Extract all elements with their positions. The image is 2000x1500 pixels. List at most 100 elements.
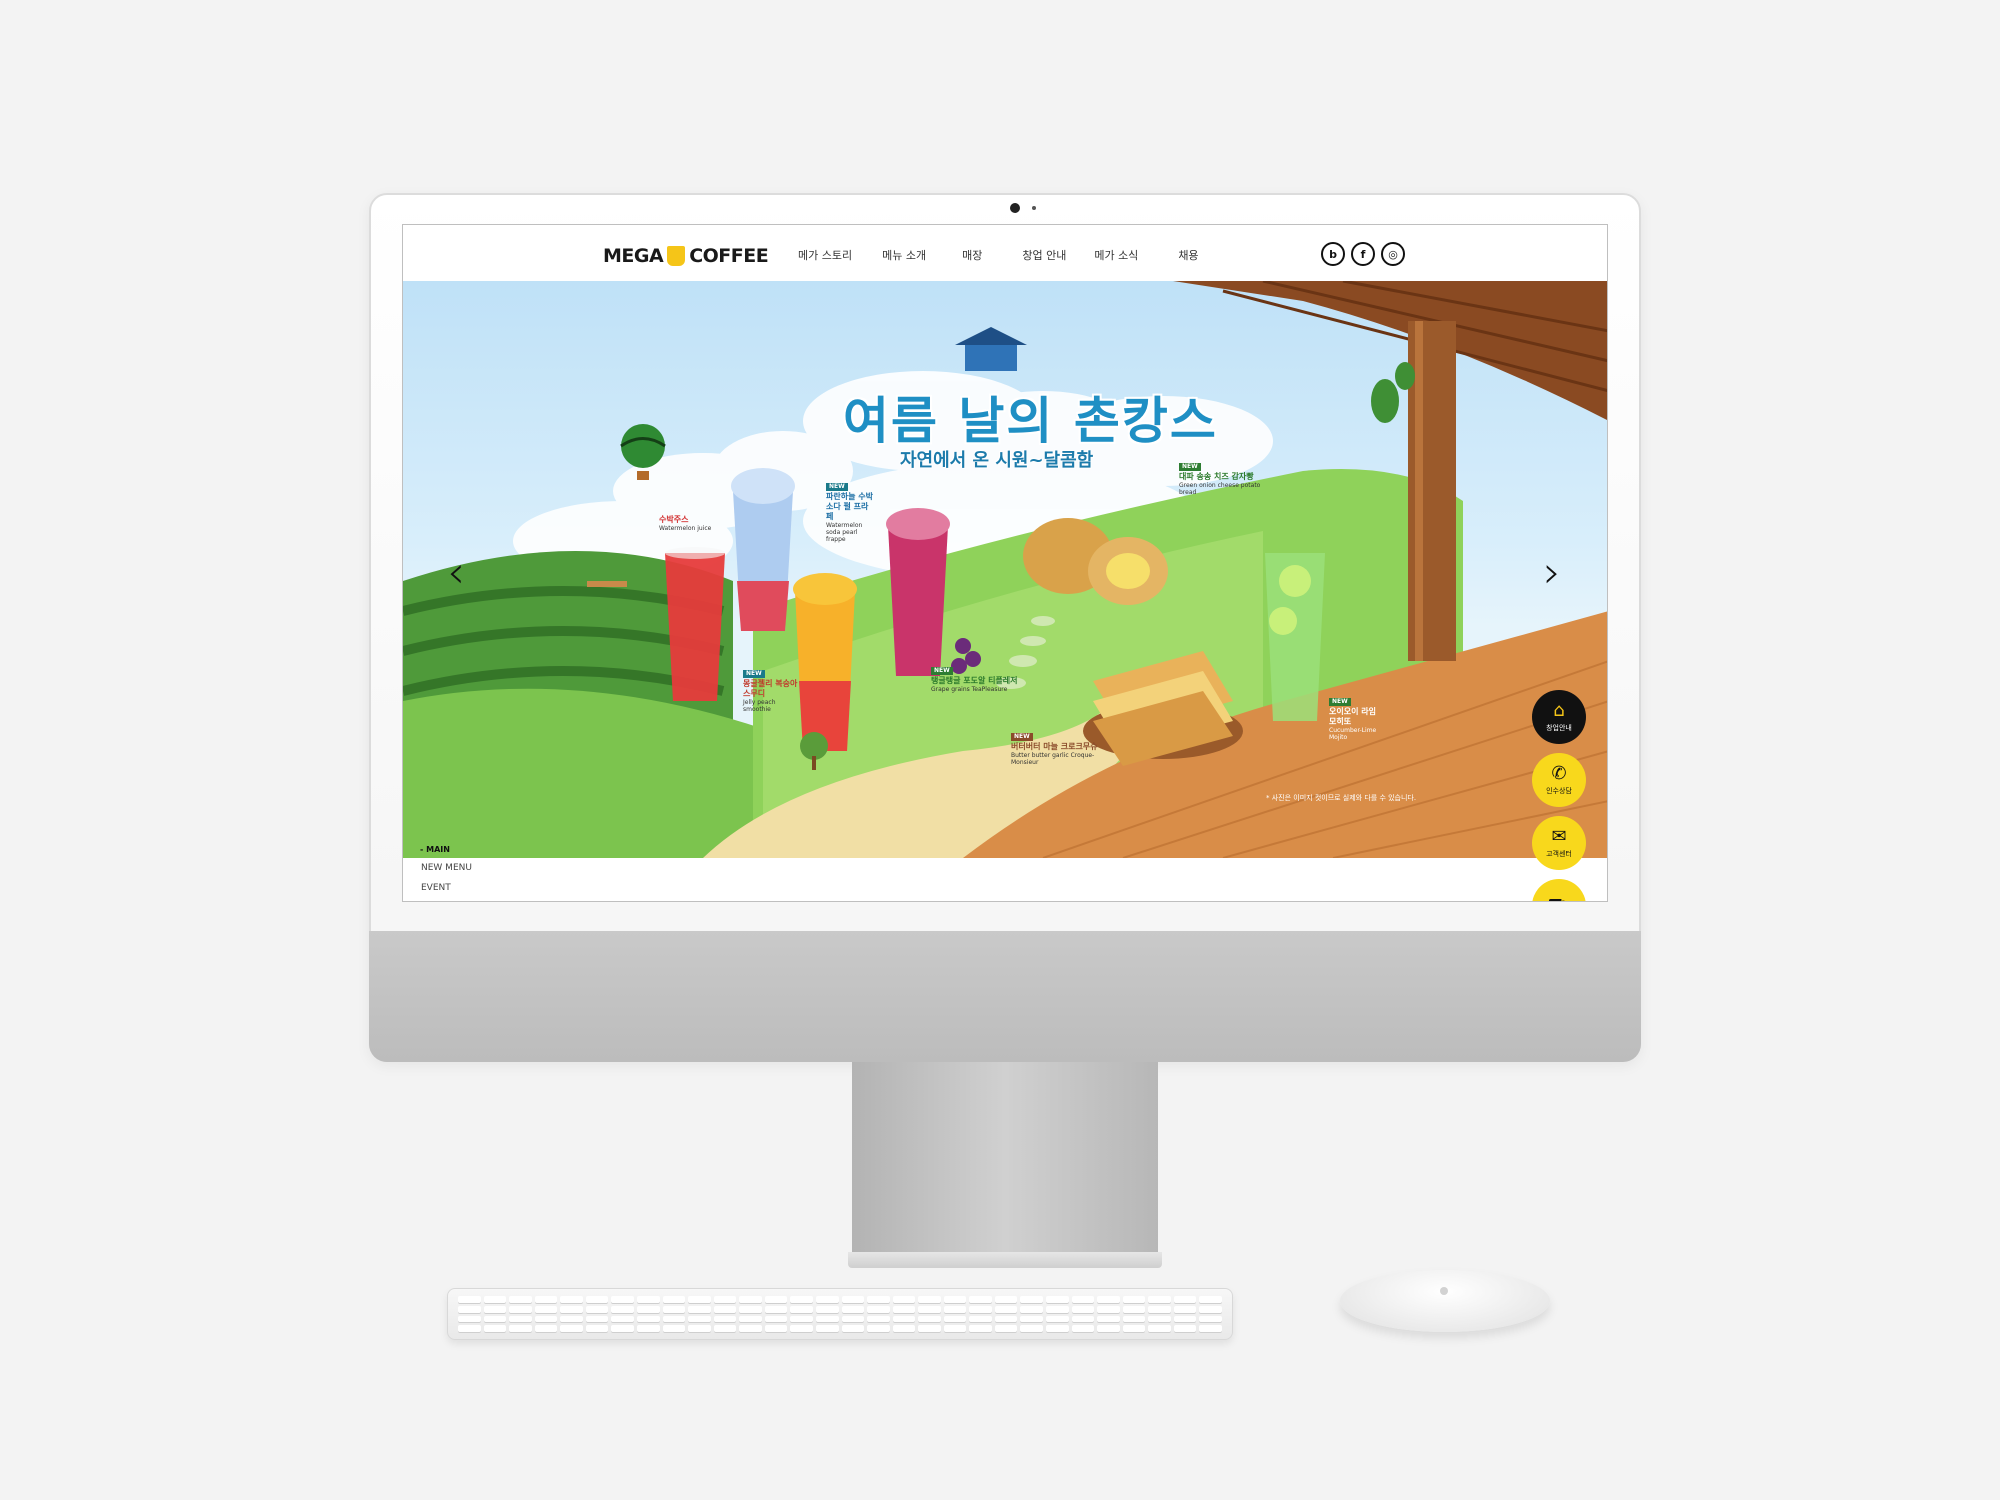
keyboard-key	[1071, 1296, 1095, 1303]
keyboard-key	[918, 1305, 941, 1313]
product-name-en: Watermelon soda pearl frappe	[826, 522, 863, 543]
logo-text-right: COFFEE	[689, 245, 769, 267]
keyboard-key	[1097, 1315, 1120, 1323]
quick-support-button[interactable]: ✉ 고객센터	[1532, 816, 1586, 870]
logo-text-left: MEGA	[603, 245, 664, 267]
keyboard-key	[969, 1325, 992, 1332]
keyboard-key	[815, 1296, 839, 1303]
cart-icon: ⛟	[1548, 896, 1571, 902]
keyboard-key	[509, 1305, 532, 1313]
keyboard-key	[636, 1296, 660, 1303]
website-screen: MEGA COFFEE 메가 스토리 메뉴 소개 매장 창업 안내 메가 소식 …	[402, 224, 1608, 902]
main-nav: 메가 스토리 메뉴 소개 매장 창업 안내 메가 소식 채용	[798, 247, 1229, 263]
keyboard-key	[1122, 1315, 1146, 1323]
keyboard-key	[815, 1325, 839, 1332]
keyboard-key	[1122, 1305, 1146, 1313]
section-link-new-menu[interactable]: NEW MENU	[421, 858, 472, 878]
keyboard-key	[1148, 1315, 1171, 1323]
quick-franchise-button[interactable]: ⌂ 창업안내	[1532, 690, 1586, 744]
keyboard-key	[560, 1325, 583, 1332]
main-section-link[interactable]: - MAIN	[420, 845, 450, 854]
mega-coffee-logo[interactable]: MEGA COFFEE	[603, 245, 769, 267]
watermelon-soda-frappe-drink	[731, 468, 795, 631]
social-links: b f ◎	[1321, 242, 1405, 266]
nav-item-store[interactable]: 매장	[962, 247, 982, 263]
keyboard-key	[867, 1325, 890, 1332]
new-badge: NEW	[1179, 463, 1201, 471]
keyboard-key	[611, 1305, 634, 1313]
keyboard-key	[1046, 1315, 1069, 1323]
keyboard-key	[509, 1315, 532, 1323]
magic-mouse	[1340, 1270, 1550, 1332]
keyboard-key	[1122, 1296, 1146, 1303]
prev-slide-button[interactable]: ‹	[439, 551, 473, 595]
keyboard-key	[688, 1325, 711, 1332]
hero-banner: 여름 날의 촌캉스 자연에서 온 시원~달콤함 ‹ › 수박주스 Waterme…	[403, 281, 1607, 858]
quick-order-button[interactable]: ⛟	[1532, 879, 1586, 902]
keyboard-key	[841, 1296, 865, 1303]
product-name-en: Butter butter garlic Croque-Monsieur	[1011, 752, 1095, 766]
keyboard-key	[969, 1315, 992, 1323]
keyboard-key	[739, 1296, 762, 1303]
keyboard-key	[611, 1325, 634, 1332]
product-label-peach-smoothie: NEW 몽글젤리 복숭아 스무디 Jelly peach smoothie	[743, 668, 805, 713]
nav-item-story[interactable]: 메가 스토리	[798, 247, 852, 263]
nav-item-recruit[interactable]: 채용	[1178, 247, 1198, 263]
product-name: 파란하늘 수박소다 펄 프라페	[826, 492, 873, 521]
keyboard-key	[1020, 1325, 1044, 1332]
keyboard-key	[1173, 1305, 1197, 1313]
keyboard-key	[918, 1325, 941, 1332]
new-badge: NEW	[1011, 733, 1033, 741]
keyboard-key	[1046, 1325, 1069, 1332]
blog-icon[interactable]: b	[1321, 242, 1345, 266]
keyboard-key	[841, 1305, 865, 1313]
section-link-event[interactable]: EVENT	[421, 878, 472, 898]
nav-item-menu[interactable]: 메뉴 소개	[882, 247, 926, 263]
next-slide-button[interactable]: ›	[1535, 551, 1569, 595]
product-name-en: Grape grains TeaPleasure	[931, 686, 1008, 693]
keyboard-key	[764, 1315, 788, 1323]
keyboard-key	[585, 1305, 609, 1313]
keyboard-key	[585, 1315, 609, 1323]
quick-label: 창업안내	[1546, 724, 1572, 732]
keyboard-key	[1097, 1325, 1120, 1332]
hero-illustration	[403, 281, 1607, 858]
monitor-chin	[369, 931, 1641, 1062]
quick-consult-button[interactable]: ✆ 인수상담	[1532, 753, 1586, 807]
peach-smoothie-drink	[793, 573, 857, 751]
keyboard-key	[662, 1296, 686, 1303]
keyboard-key	[560, 1305, 583, 1313]
keyboard-key	[688, 1296, 711, 1303]
camera-sensor-icon	[1032, 206, 1036, 210]
phone-icon: ✆	[1551, 763, 1567, 784]
keyboard-key	[1071, 1325, 1095, 1332]
keyboard-key	[688, 1315, 711, 1323]
product-name: 수박주스	[659, 515, 689, 524]
facebook-icon[interactable]: f	[1351, 242, 1375, 266]
nav-item-franchise[interactable]: 창업 안내	[1022, 247, 1066, 263]
keyboard-key	[458, 1296, 481, 1303]
keyboard-key	[611, 1315, 634, 1323]
product-label-grape-tea: NEW 탱글탱글 포도알 티플레저 Grape grains TeaPleasu…	[931, 665, 1021, 693]
keyboard-key	[483, 1315, 507, 1323]
nav-item-news[interactable]: 메가 소식	[1094, 247, 1138, 263]
instagram-icon[interactable]: ◎	[1381, 242, 1405, 266]
keyboard-key	[1071, 1305, 1095, 1313]
product-name: 버터버터 마늘 크로크무슈	[1011, 742, 1098, 751]
keyboard-key	[509, 1296, 532, 1303]
keyboard-key	[994, 1296, 1018, 1303]
keyboard-key	[841, 1325, 865, 1332]
keyboard-key	[790, 1325, 813, 1332]
keyboard-key	[483, 1325, 507, 1332]
keyboard-key	[739, 1305, 762, 1313]
keyboard-key	[483, 1305, 507, 1313]
product-name-en: Watermelon juice	[659, 525, 712, 532]
keyboard-key	[636, 1325, 660, 1332]
keyboard-key	[739, 1315, 762, 1323]
keyboard-key	[560, 1315, 583, 1323]
product-label-mojito: NEW 오이오이 라임 모히또 Cucumber-Lime Mojito	[1329, 696, 1379, 741]
keyboard-key	[1046, 1305, 1069, 1313]
keyboard-key	[636, 1305, 660, 1313]
keyboard-key	[483, 1296, 507, 1303]
keyboard-key	[1097, 1305, 1120, 1313]
